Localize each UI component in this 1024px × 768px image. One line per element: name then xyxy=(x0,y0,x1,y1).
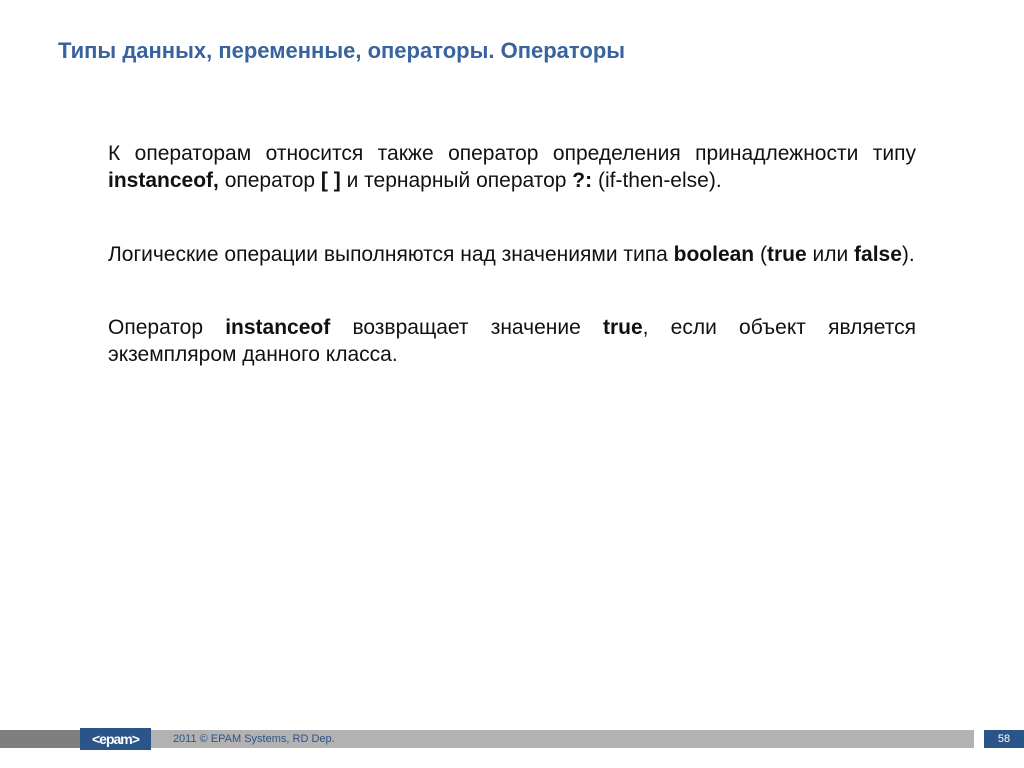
bold-ternary: ?: xyxy=(572,169,592,192)
text: возвращает значение xyxy=(330,316,603,339)
bold-boolean: boolean xyxy=(674,243,755,266)
text: ( xyxy=(754,243,767,266)
bold-true: true xyxy=(603,316,643,339)
slide-content: К операторам относится также оператор оп… xyxy=(108,140,916,414)
paragraph-3: Оператор instanceof возвращает значение … xyxy=(108,314,916,369)
bold-true: true xyxy=(767,243,807,266)
slide: Типы данных, переменные, операторы. Опер… xyxy=(0,0,1024,768)
text: К операторам относится также оператор оп… xyxy=(108,142,916,165)
bold-brackets: [ ] xyxy=(321,169,341,192)
footer-accent xyxy=(0,730,80,748)
paragraph-2: Логические операции выполняются над знач… xyxy=(108,241,916,268)
paragraph-1: К операторам относится также оператор оп… xyxy=(108,140,916,195)
page-number: 58 xyxy=(984,730,1024,748)
text: оператор xyxy=(219,169,321,192)
footer-copyright: 2011 © EPAM Systems, RD Dep. xyxy=(173,733,335,745)
slide-title: Типы данных, переменные, операторы. Опер… xyxy=(58,38,625,64)
text: (if-then-else). xyxy=(592,169,722,192)
text: и тернарный оператор xyxy=(341,169,573,192)
bold-false: false xyxy=(854,243,902,266)
text: ). xyxy=(902,243,915,266)
epam-logo: <epam> xyxy=(80,728,151,750)
text: Оператор xyxy=(108,316,225,339)
bold-instanceof: instanceof, xyxy=(108,169,219,192)
text: Логические операции выполняются над знач… xyxy=(108,243,674,266)
bold-instanceof: instanceof xyxy=(225,316,330,339)
text: или xyxy=(807,243,854,266)
footer: <epam> 2011 © EPAM Systems, RD Dep. 58 xyxy=(0,728,1024,750)
footer-bar: 2011 © EPAM Systems, RD Dep. xyxy=(151,730,974,748)
